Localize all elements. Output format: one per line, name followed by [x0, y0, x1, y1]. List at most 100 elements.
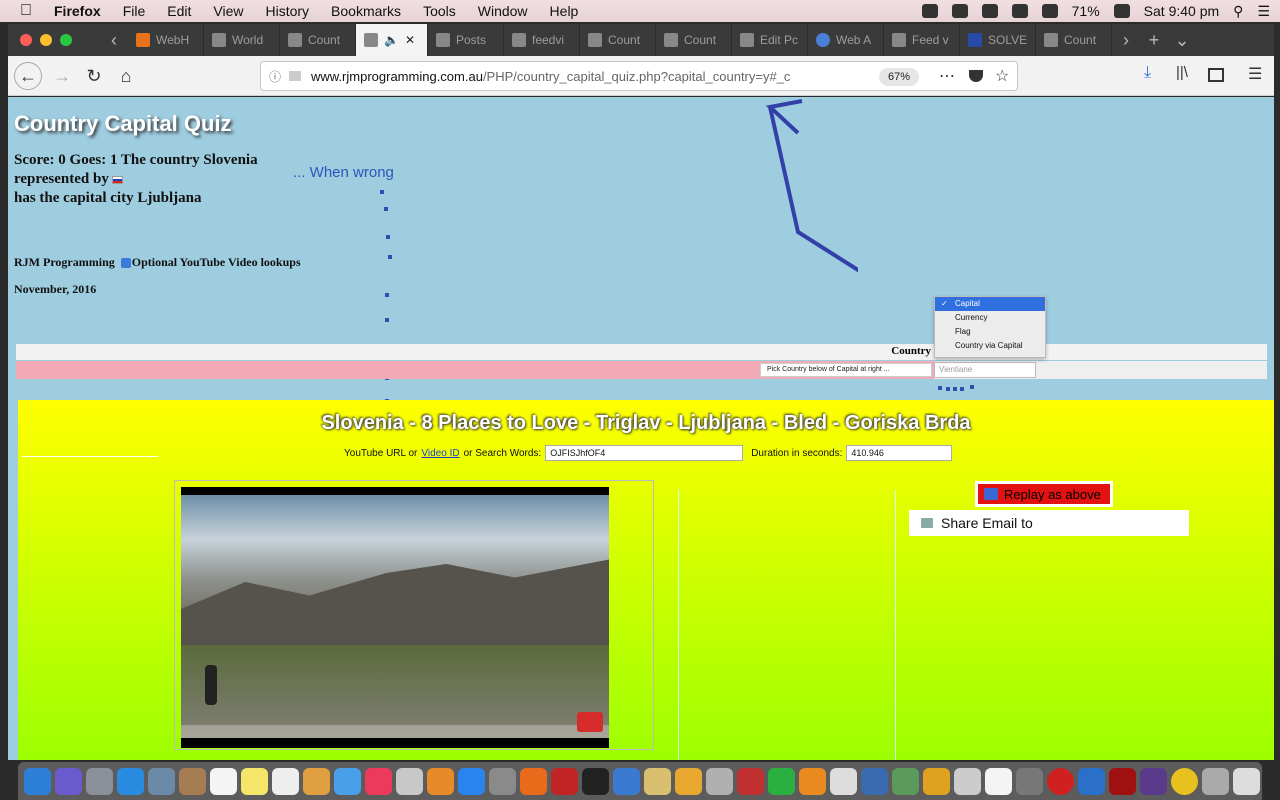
app-icon[interactable]	[954, 767, 981, 795]
menubar-clock[interactable]: Sat 9:40 pm	[1144, 3, 1220, 19]
siri-icon[interactable]	[55, 767, 82, 795]
menu-history[interactable]: History	[265, 3, 309, 19]
forward-arrow-icon[interactable]: →	[48, 62, 76, 90]
tab-list-chevron-icon[interactable]: ⌄	[1168, 30, 1196, 51]
download-status-icon[interactable]	[921, 4, 938, 18]
video-id-input[interactable]: OJFISJhfOF4	[545, 445, 744, 461]
bookmark-star-icon[interactable]: ☆	[995, 66, 1009, 86]
firefox-icon[interactable]	[520, 767, 547, 795]
menu-window[interactable]: Window	[478, 3, 528, 19]
vscode-icon[interactable]	[1078, 767, 1105, 795]
airplay-icon[interactable]	[1011, 4, 1028, 18]
quiz-mode-dropdown[interactable]: Capital Currency Flag Country via Capita…	[934, 296, 1046, 358]
chrome-icon[interactable]	[1171, 767, 1198, 795]
notification-center-icon[interactable]: ☰	[1257, 3, 1270, 20]
wifi-icon[interactable]	[981, 4, 998, 18]
vlc-icon[interactable]	[799, 767, 826, 795]
tab-webh[interactable]: WebH	[128, 24, 204, 56]
document-icon[interactable]	[985, 767, 1012, 795]
tab-active-quiz[interactable]: 🔈 ✕	[356, 24, 428, 56]
share-email-box[interactable]: Share Email to	[909, 510, 1189, 536]
tab-edit[interactable]: Edit Pc	[732, 24, 808, 56]
tab-world[interactable]: World	[204, 24, 280, 56]
youtube-video-player[interactable]	[181, 487, 609, 748]
video-id-link[interactable]: Video ID	[421, 448, 459, 459]
paint-icon[interactable]	[675, 767, 702, 795]
preview-icon[interactable]	[706, 767, 733, 795]
books-icon[interactable]	[427, 767, 454, 795]
minimize-window-button[interactable]	[40, 34, 52, 46]
downloads-stack-icon[interactable]	[1202, 767, 1229, 795]
tab-posts[interactable]: Posts	[428, 24, 504, 56]
tab-count-2[interactable]: Count	[580, 24, 656, 56]
filezilla-icon[interactable]	[551, 767, 578, 795]
zoom-level-badge[interactable]: 67%	[879, 68, 919, 86]
tab-feedvi[interactable]: feedvi	[504, 24, 580, 56]
trash-icon[interactable]	[1233, 767, 1260, 795]
capital-input[interactable]: Vientiane	[934, 362, 1036, 378]
android-tool-icon[interactable]	[923, 767, 950, 795]
zoom-window-button[interactable]	[60, 34, 72, 46]
opera-icon[interactable]	[1047, 767, 1074, 795]
country-pick-select[interactable]: Pick Country below of Capital at right .…	[760, 363, 932, 377]
xcode-icon[interactable]	[613, 767, 640, 795]
menu-file[interactable]: File	[123, 3, 146, 19]
reminders-icon[interactable]	[272, 767, 299, 795]
page-actions-icon[interactable]: ⋯	[939, 66, 955, 86]
menu-bookmarks[interactable]: Bookmarks	[331, 3, 401, 19]
reload-icon[interactable]: ↻	[80, 62, 108, 90]
hamburger-menu-icon[interactable]: ☰	[1248, 64, 1262, 84]
dropdown-option-capital[interactable]: Capital	[935, 297, 1045, 311]
site-info-icon[interactable]: ⓘ	[269, 68, 281, 85]
back-arrow-icon[interactable]: ←	[14, 62, 42, 90]
volume-icon[interactable]	[1041, 4, 1058, 18]
gimp-icon[interactable]	[1016, 767, 1043, 795]
tab-count-4[interactable]: Count	[1036, 24, 1112, 56]
close-tab-icon[interactable]: ✕	[405, 33, 415, 47]
menu-app-name[interactable]: Firefox	[54, 3, 101, 19]
dropdown-option-flag[interactable]: Flag	[935, 325, 1045, 339]
tab-solve[interactable]: SOLVE	[960, 24, 1036, 56]
menu-tools[interactable]: Tools	[423, 3, 456, 19]
facetime-icon[interactable]	[768, 767, 795, 795]
acrobat-icon[interactable]	[1109, 767, 1136, 795]
home-icon[interactable]: ⌂	[112, 62, 140, 90]
menu-help[interactable]: Help	[550, 3, 579, 19]
speaker-icon[interactable]: 🔈	[384, 33, 399, 47]
photo-app-icon[interactable]	[737, 767, 764, 795]
menu-view[interactable]: View	[213, 3, 243, 19]
tab-count-3[interactable]: Count	[656, 24, 732, 56]
textwrangler-icon[interactable]	[644, 767, 671, 795]
safari-icon[interactable]	[117, 767, 144, 795]
battery-icon[interactable]	[1113, 4, 1130, 18]
network-icon[interactable]	[861, 767, 888, 795]
duration-input[interactable]: 410.946	[846, 445, 953, 461]
utility-icon[interactable]	[830, 767, 857, 795]
pocket-icon[interactable]	[969, 70, 983, 82]
music-icon[interactable]	[365, 767, 392, 795]
tabs-scroll-right-icon[interactable]: ›	[1112, 30, 1140, 51]
contacts-icon[interactable]	[179, 767, 206, 795]
battery-percent[interactable]: 71%	[1072, 3, 1100, 19]
tab-web-a[interactable]: Web A	[808, 24, 884, 56]
dropdown-option-country-via-capital[interactable]: Country via Capital	[935, 339, 1045, 353]
maps-icon[interactable]	[396, 767, 423, 795]
system-preferences-icon[interactable]	[489, 767, 516, 795]
photo-booth-icon[interactable]	[148, 767, 175, 795]
terminal-icon[interactable]	[582, 767, 609, 795]
url-text[interactable]: www.rjmprogramming.com.au/PHP/country_ca…	[311, 69, 841, 84]
android-studio-icon[interactable]	[892, 767, 919, 795]
youtube-lookup-checkbox[interactable]	[120, 257, 131, 268]
extension-status-icon[interactable]	[951, 4, 968, 18]
photos-icon[interactable]	[303, 767, 330, 795]
tab-count[interactable]: Count	[280, 24, 356, 56]
apple-menu-icon[interactable]: 	[20, 2, 38, 20]
notes-icon[interactable]	[241, 767, 268, 795]
library-icon[interactable]: ||\	[1176, 64, 1188, 81]
url-bar[interactable]: ⓘ www.rjmprogramming.com.au/PHP/country_…	[260, 61, 1018, 91]
libreoffice-icon[interactable]	[1140, 767, 1167, 795]
launchpad-icon[interactable]	[86, 767, 113, 795]
new-tab-icon[interactable]: +	[1140, 30, 1168, 51]
youtube-subscribe-icon[interactable]	[577, 712, 603, 732]
downloads-icon[interactable]: ⤓	[1144, 64, 1151, 82]
